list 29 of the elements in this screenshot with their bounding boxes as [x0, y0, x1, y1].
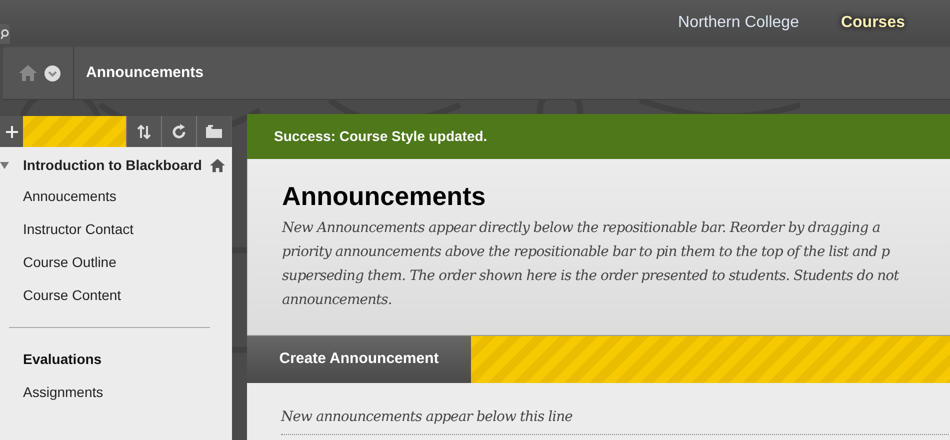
- plus-icon: [6, 126, 18, 138]
- folder-icon: [205, 124, 223, 139]
- refresh-button[interactable]: [161, 116, 196, 147]
- menu-heading: Evaluations: [23, 350, 103, 369]
- collapse-triangle-icon[interactable]: [0, 162, 9, 170]
- home-icon[interactable]: [209, 158, 226, 173]
- success-message: Success: Course Style updated.: [274, 127, 488, 146]
- menu-item[interactable]: Annoucements: [23, 180, 116, 213]
- list-note: New announcements appear below this line: [281, 407, 950, 435]
- menu-item[interactable]: Course Content: [23, 279, 122, 312]
- course-title[interactable]: Introduction to Blackboard: [23, 157, 209, 174]
- sort-button[interactable]: [126, 116, 161, 147]
- menu-item[interactable]: Course Outline: [23, 246, 116, 279]
- description-line: New Announcements appear directly below the repositionable bar. Reorder by dragging a: [282, 219, 880, 238]
- description-line: announcements.: [282, 291, 392, 310]
- page-title: Announcements: [282, 181, 487, 211]
- folder-button[interactable]: [196, 116, 231, 147]
- breadcrumb-title: Announcements: [86, 62, 204, 83]
- nav-link[interactable]: Courses: [840, 10, 905, 34]
- refresh-icon: [171, 124, 187, 140]
- help-tab[interactable]: [0, 24, 10, 44]
- menu-item[interactable]: Assignments: [23, 376, 104, 409]
- menu-item[interactable]: Instructor Contact: [23, 213, 134, 246]
- sort-icon: [136, 124, 152, 140]
- description-line: priority announcements above the repositionable bar to pin them to the top of the list and p: [282, 243, 890, 262]
- nav-link[interactable]: Northern College: [678, 10, 799, 34]
- add-button[interactable]: [0, 116, 23, 147]
- chevron-down-icon[interactable]: [44, 64, 61, 82]
- description-line: superseding them. The order shown here is the order presented to students. Students do not: [282, 267, 899, 286]
